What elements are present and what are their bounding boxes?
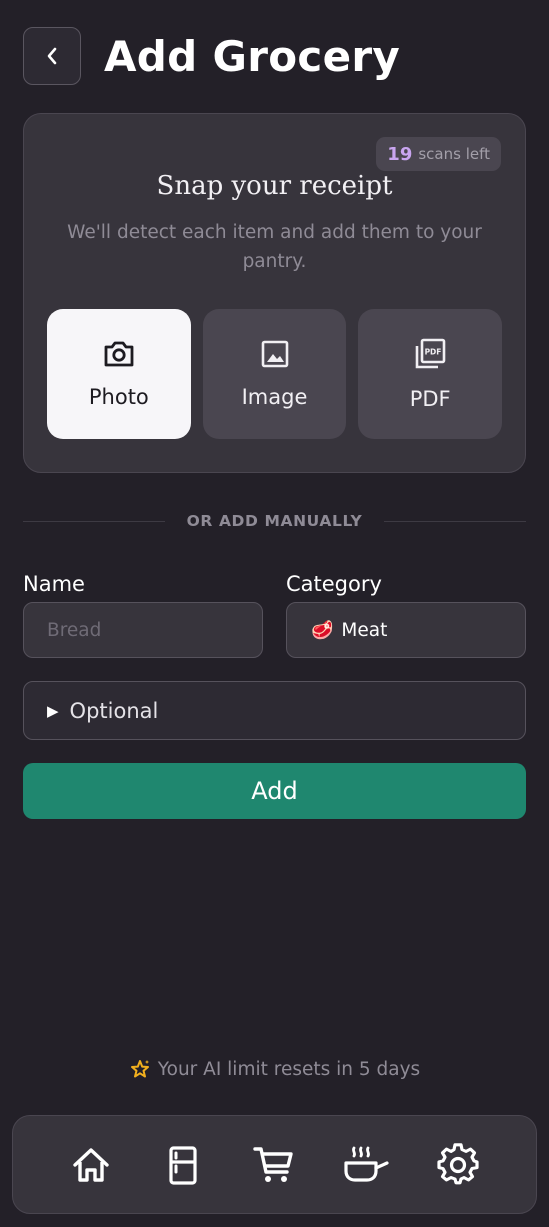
pdf-option-button[interactable]: PDF PDF xyxy=(358,309,503,439)
manual-divider: OR ADD MANUALLY xyxy=(23,509,527,533)
optional-label: Optional xyxy=(69,698,159,723)
name-label: Name xyxy=(23,572,85,596)
page-title: Add Grocery xyxy=(104,31,401,81)
scan-receipt-card: 19 scans left Snap your receipt We'll de… xyxy=(23,113,526,473)
sparkle-star-icon xyxy=(130,1060,149,1078)
svg-text:PDF: PDF xyxy=(425,348,442,357)
cart-icon xyxy=(253,1146,294,1182)
photo-option-label: Photo xyxy=(88,385,149,409)
category-emoji: 🥩 xyxy=(311,619,334,641)
image-option-button[interactable]: Image xyxy=(202,309,347,439)
ai-limit-text: Your AI limit resets in 5 days xyxy=(157,1058,421,1080)
cooking-pot-icon xyxy=(344,1146,389,1182)
chevron-left-icon xyxy=(47,47,57,65)
category-value: Meat xyxy=(341,619,388,641)
triangle-right-icon: ▶ xyxy=(47,701,59,720)
back-button[interactable] xyxy=(23,27,81,85)
scans-left-count: 19 xyxy=(387,143,413,165)
pdf-icon: PDF xyxy=(415,338,446,369)
pdf-option-label: PDF xyxy=(409,387,451,411)
scans-left-badge: 19 scans left xyxy=(376,137,501,171)
camera-icon xyxy=(104,341,134,367)
nav-recipes[interactable] xyxy=(342,1141,390,1189)
image-option-label: Image xyxy=(241,385,308,409)
image-icon xyxy=(261,340,288,368)
snap-receipt-title: Snap your receipt xyxy=(156,171,393,201)
name-field-wrapper xyxy=(23,602,263,658)
divider-line-right xyxy=(384,520,527,522)
nav-home[interactable] xyxy=(67,1141,115,1189)
ai-limit-note: Your AI limit resets in 5 days xyxy=(0,1058,549,1080)
nav-settings[interactable] xyxy=(434,1141,482,1189)
scan-options: Photo Image PDF PDF xyxy=(47,309,503,439)
divider-label: OR ADD MANUALLY xyxy=(186,512,363,530)
divider-line-left xyxy=(23,520,165,522)
home-icon xyxy=(73,1147,109,1182)
optional-toggle[interactable]: ▶ Optional xyxy=(23,681,526,740)
photo-option-button[interactable]: Photo xyxy=(47,309,191,439)
snap-receipt-subtitle: We'll detect each item and add them to y… xyxy=(67,222,482,272)
add-button[interactable]: Add xyxy=(23,763,526,819)
name-input[interactable] xyxy=(24,603,262,657)
header: Add Grocery xyxy=(23,27,400,85)
fridge-icon xyxy=(169,1145,197,1185)
add-button-label: Add xyxy=(251,777,298,805)
nav-shopping[interactable] xyxy=(250,1141,298,1189)
gear-icon xyxy=(437,1142,479,1184)
bottom-nav xyxy=(12,1115,537,1214)
nav-pantry[interactable] xyxy=(159,1141,207,1189)
scans-left-label: scans left xyxy=(418,145,490,163)
category-label: Category xyxy=(286,572,382,596)
category-select[interactable]: 🥩 Meat xyxy=(286,602,526,658)
